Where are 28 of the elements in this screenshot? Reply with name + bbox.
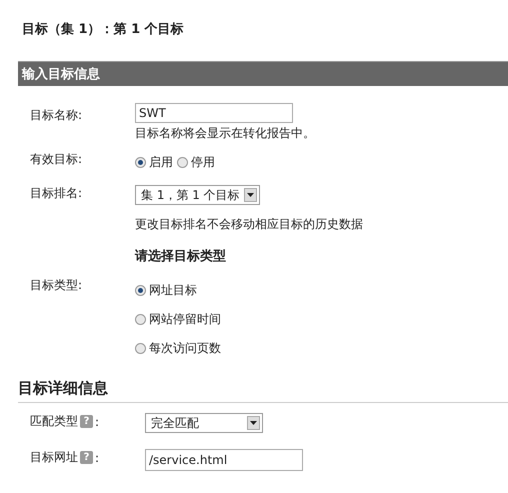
- hint-text: 目标名称将会显示在转化报告中。: [135, 125, 315, 142]
- input-field[interactable]: /service.html: [145, 449, 303, 471]
- hint-text: 更改目标排名不会移动相应目标的历史数据: [135, 216, 363, 233]
- page-title: 目标（集 1）：第 1 个目标: [22, 21, 185, 38]
- field-label: 有效目标:: [29, 151, 84, 168]
- section-header: 输入目标信息: [18, 61, 508, 86]
- radio-button[interactable]: [135, 314, 146, 325]
- field-label: 目标排名:: [29, 185, 84, 202]
- radio-label[interactable]: 停用: [191, 154, 215, 171]
- field-label: 匹配类型: [30, 413, 78, 430]
- radio-button[interactable]: [135, 343, 146, 354]
- radio-label[interactable]: 每次访问页数: [149, 340, 221, 357]
- field-label: 目标类型:: [29, 277, 84, 294]
- section-heading: 目标详细信息: [18, 379, 508, 403]
- radio-button[interactable]: [135, 157, 146, 168]
- field-label: 目标名称:: [29, 107, 84, 124]
- radio-label[interactable]: 启用: [149, 154, 173, 171]
- colon-text: :: [95, 450, 100, 464]
- section-heading: 请选择目标类型: [135, 248, 226, 265]
- input-field[interactable]: SWT: [135, 103, 293, 123]
- rank-dropdown[interactable]: 集 1，第 1 个目标: [135, 185, 260, 205]
- radio-label[interactable]: 网站停留时间: [149, 311, 221, 328]
- radio-label[interactable]: 网址目标: [149, 282, 197, 299]
- radio-button[interactable]: [135, 285, 146, 296]
- radio-button[interactable]: [177, 157, 188, 168]
- match-type-dropdown[interactable]: 完全匹配: [145, 413, 263, 433]
- colon-text: :: [95, 414, 100, 428]
- field-label: 目标网址: [30, 449, 78, 466]
